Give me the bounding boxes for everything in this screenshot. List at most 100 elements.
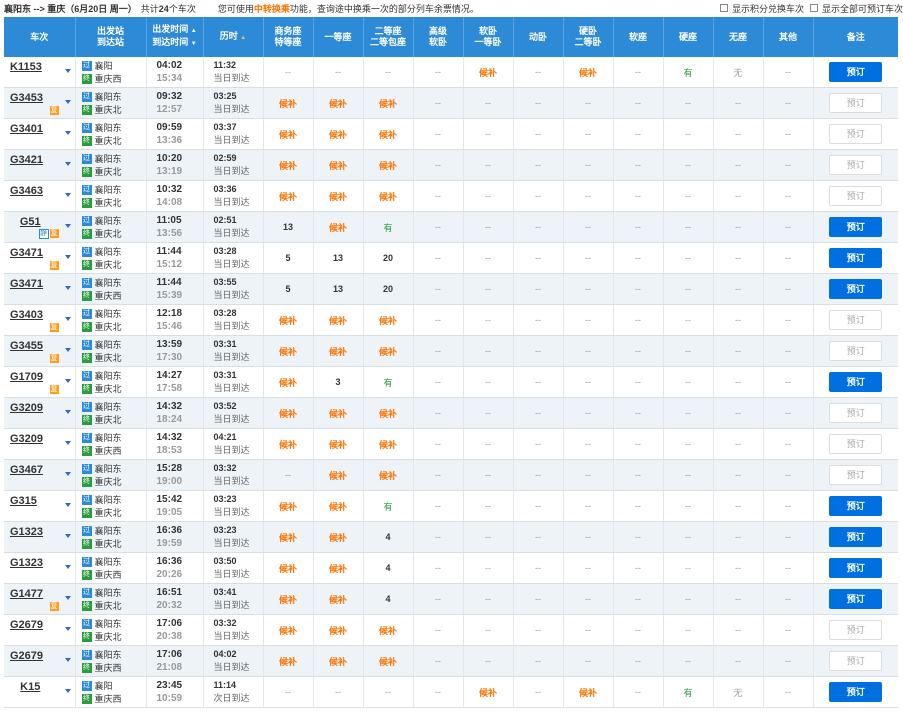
train-number-link[interactable]: G2679	[10, 619, 43, 631]
seat-availability[interactable]: 候补	[363, 335, 414, 367]
train-number-link[interactable]: G51	[4, 216, 57, 228]
chevron-down-icon[interactable]	[64, 193, 71, 197]
seat-availability[interactable]: 候补	[313, 304, 364, 336]
seat-availability[interactable]: 3	[313, 366, 364, 398]
book-button[interactable]: 预订	[829, 527, 883, 547]
from-station[interactable]: 襄阳东	[95, 245, 122, 258]
from-station[interactable]: 襄阳东	[95, 462, 122, 475]
train-number-link[interactable]: G1323	[10, 526, 43, 538]
seat-availability[interactable]: 候补	[363, 87, 414, 119]
chevron-down-icon[interactable]	[64, 441, 71, 445]
to-station[interactable]: 重庆西	[95, 692, 122, 705]
to-station[interactable]: 重庆北	[95, 134, 122, 147]
seat-availability[interactable]: 候补	[263, 552, 314, 584]
seat-availability[interactable]: 候补	[263, 335, 314, 367]
to-station[interactable]: 重庆北	[95, 413, 122, 426]
seat-availability[interactable]: 候补	[263, 118, 314, 150]
chevron-down-icon[interactable]	[64, 689, 71, 693]
train-number-link[interactable]: K15	[4, 681, 57, 693]
seat-availability[interactable]: 候补	[363, 459, 414, 491]
seat-availability[interactable]: 候补	[313, 645, 364, 677]
seat-availability[interactable]: 候补	[563, 57, 614, 88]
seat-availability[interactable]: 13	[313, 273, 364, 305]
book-button[interactable]: 预订	[829, 558, 883, 578]
seat-availability[interactable]: 候补	[313, 614, 364, 646]
train-number-link[interactable]: G1709	[10, 371, 43, 383]
seat-availability[interactable]: 候补	[313, 583, 364, 615]
seat-availability[interactable]: 候补	[363, 645, 414, 677]
seat-availability[interactable]: 候补	[263, 614, 314, 646]
seat-availability[interactable]: 候补	[463, 676, 514, 708]
chevron-down-icon[interactable]	[64, 224, 71, 228]
seat-availability[interactable]: 候补	[313, 397, 364, 429]
to-station[interactable]: 重庆北	[95, 320, 122, 333]
chevron-down-icon[interactable]	[64, 69, 71, 73]
seat-availability[interactable]: 候补	[313, 149, 364, 181]
from-station[interactable]: 襄阳东	[95, 276, 122, 289]
to-station[interactable]: 重庆北	[95, 599, 122, 612]
seat-availability[interactable]: 有	[363, 211, 414, 243]
chevron-down-icon[interactable]	[64, 286, 71, 290]
train-number-link[interactable]: G3421	[10, 154, 43, 166]
seat-availability[interactable]: 候补	[313, 490, 364, 522]
seat-availability[interactable]: 候补	[313, 459, 364, 491]
seat-availability[interactable]: 5	[263, 273, 314, 305]
book-button[interactable]: 预订	[829, 372, 883, 392]
seat-availability[interactable]: 候补	[363, 118, 414, 150]
transfer-link[interactable]: 中转换乘	[254, 4, 290, 14]
to-station[interactable]: 重庆北	[95, 165, 122, 178]
seat-availability[interactable]: 候补	[463, 57, 514, 88]
from-station[interactable]: 襄阳东	[95, 617, 122, 630]
to-station[interactable]: 重庆北	[95, 382, 122, 395]
from-station[interactable]: 襄阳东	[95, 400, 122, 413]
train-number-link[interactable]: G315	[10, 495, 37, 507]
chevron-down-icon[interactable]	[64, 317, 71, 321]
from-station[interactable]: 襄阳东	[95, 152, 122, 165]
to-station[interactable]: 重庆北	[95, 351, 122, 364]
chevron-down-icon[interactable]	[64, 627, 71, 631]
seat-availability[interactable]: 候补	[263, 149, 314, 181]
from-station[interactable]: 襄阳东	[95, 121, 122, 134]
train-number-link[interactable]: G3209	[10, 402, 43, 414]
seat-availability[interactable]: 候补	[313, 118, 364, 150]
from-station[interactable]: 襄阳东	[95, 493, 122, 506]
chevron-down-icon[interactable]	[64, 565, 71, 569]
seat-availability[interactable]: 候补	[263, 428, 314, 460]
col-time-sort[interactable]: 出发时间 ▲ 到达时间 ▼	[146, 17, 204, 57]
train-number-link[interactable]: G3471	[10, 278, 43, 290]
col-duration-sort[interactable]: 历时 ▲	[203, 17, 264, 57]
train-number-link[interactable]: K1153	[10, 61, 42, 73]
chevron-down-icon[interactable]	[64, 658, 71, 662]
to-station[interactable]: 重庆西	[95, 661, 122, 674]
chevron-down-icon[interactable]	[64, 255, 71, 259]
train-number-link[interactable]: G3401	[10, 123, 43, 135]
train-number-link[interactable]: G3467	[10, 464, 43, 476]
train-number-link[interactable]: G3471	[10, 247, 43, 259]
seat-availability[interactable]: 候补	[313, 180, 364, 212]
seat-availability[interactable]: 候补	[563, 676, 614, 708]
seat-availability[interactable]: 候补	[363, 397, 414, 429]
to-station[interactable]: 重庆西	[95, 289, 122, 302]
seat-availability[interactable]: 候补	[363, 304, 414, 336]
seat-availability[interactable]: 有	[363, 366, 414, 398]
seat-availability[interactable]: 20	[363, 242, 414, 274]
book-button[interactable]: 预订	[829, 62, 883, 82]
checkbox-icon[interactable]	[809, 4, 818, 12]
from-station[interactable]: 襄阳东	[95, 338, 122, 351]
seat-availability[interactable]: 候补	[313, 335, 364, 367]
to-station[interactable]: 重庆北	[95, 227, 122, 240]
train-number-link[interactable]: G3453	[10, 92, 43, 104]
from-station[interactable]: 襄阳东	[95, 431, 122, 444]
chevron-down-icon[interactable]	[64, 503, 71, 507]
to-station[interactable]: 重庆西	[95, 444, 122, 457]
book-button[interactable]: 预订	[829, 682, 883, 702]
to-station[interactable]: 重庆北	[95, 103, 122, 116]
book-button[interactable]: 预订	[829, 248, 883, 268]
from-station[interactable]: 襄阳东	[95, 555, 122, 568]
from-station[interactable]: 襄阳东	[95, 90, 122, 103]
seat-availability[interactable]: 4	[363, 552, 414, 584]
chevron-down-icon[interactable]	[64, 131, 71, 135]
from-station[interactable]: 襄阳东	[95, 648, 122, 661]
seat-availability[interactable]: 有	[663, 57, 714, 88]
to-station[interactable]: 重庆北	[95, 506, 122, 519]
